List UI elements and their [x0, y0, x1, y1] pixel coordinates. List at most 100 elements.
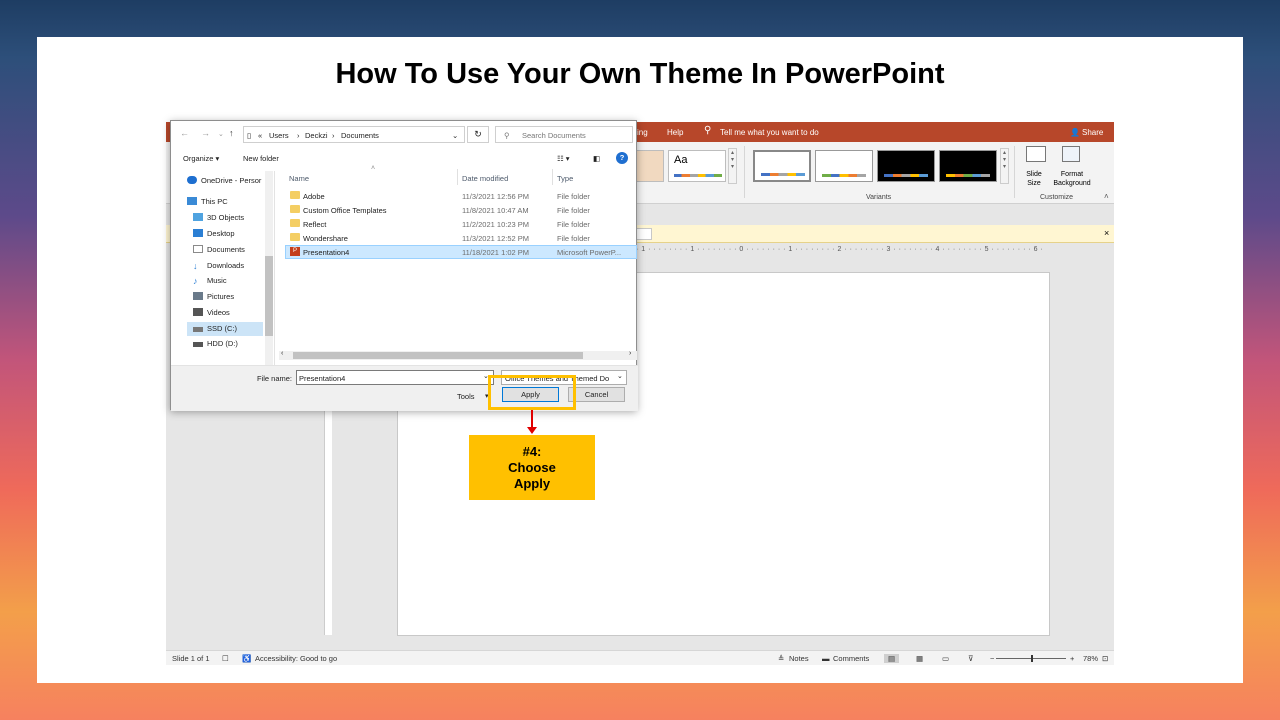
notes-button[interactable]: Notes [789, 654, 809, 663]
zoom-slider[interactable] [996, 655, 1066, 662]
file-name: Custom Office Templates [303, 206, 387, 215]
variant-thumbnail[interactable] [877, 150, 935, 182]
sidebar-item-this-pc[interactable]: This PC [187, 197, 275, 211]
slideshow-icon[interactable]: ⊽ [968, 654, 974, 663]
document-icon [193, 245, 203, 253]
tab-help[interactable]: Help [667, 128, 683, 137]
column-header-name[interactable]: Name [289, 174, 309, 183]
theme-sample-text: Aa [674, 154, 688, 166]
sidebar-item-label: Documents [207, 245, 245, 254]
folder-icon [290, 219, 300, 227]
themes-gallery-scroll[interactable]: ▴ ▾ ▾ [728, 148, 737, 184]
breadcrumb-documents[interactable]: Documents [341, 131, 379, 140]
file-date: 11/2/2021 10:23 PM [462, 220, 529, 229]
address-bar[interactable]: ▯ « Users › Deckzi › Documents ⌄ [243, 126, 465, 143]
view-options-icon[interactable]: ☷ ▾ [557, 154, 570, 163]
desktop-icon [193, 229, 203, 237]
search-placeholder: Search Documents [522, 131, 586, 140]
tell-me-box[interactable]: Tell me what you want to do [720, 128, 819, 137]
zoom-in-icon[interactable]: + [1070, 654, 1074, 663]
status-bar: Slide 1 of 1 ☐ ♿ Accessibility: Good to … [166, 650, 1114, 665]
refresh-icon[interactable]: ↻ [467, 126, 489, 143]
back-icon[interactable]: ← [180, 128, 189, 138]
scroll-right-icon[interactable]: › [629, 350, 631, 357]
slide-size-icon [1026, 146, 1046, 162]
variants-gallery-scroll[interactable]: ▴ ▾ ▾ [1000, 148, 1009, 184]
variants-group-label: Variants [866, 194, 892, 201]
variant-thumbnail[interactable] [939, 150, 997, 182]
file-name-input[interactable]: Presentation4 [296, 370, 494, 385]
variant-thumbnail[interactable] [815, 150, 873, 182]
folder-icon [290, 205, 300, 213]
accessibility-status[interactable]: Accessibility: Good to go [255, 654, 337, 663]
format-background-button[interactable]: Format Background [1052, 170, 1092, 188]
up-folder-icon[interactable]: ↑ [229, 128, 234, 138]
spellcheck-icon[interactable]: ☐ [222, 654, 229, 663]
callout-arrow-head [527, 427, 537, 434]
normal-view-icon[interactable]: ▤ [884, 654, 900, 663]
sidebar-item-onedrive[interactable]: OneDrive - Persor [187, 176, 275, 190]
scrollbar-thumb[interactable] [293, 352, 583, 359]
lightbulb-icon: ⚲ [704, 125, 712, 136]
comments-button[interactable]: Comments [833, 654, 869, 663]
file-date: 11/18/2021 1:02 PM [462, 248, 529, 257]
sort-arrow-icon: ˄ [371, 165, 376, 172]
dialog-toolbar: Organize ▾ New folder ☷ ▾ ◧ ? [171, 151, 638, 167]
folder-icon [290, 191, 300, 199]
preview-pane-icon[interactable]: ◧ [593, 154, 600, 163]
sidebar-item-label: Desktop [207, 229, 235, 238]
column-header-date[interactable]: Date modified [462, 174, 508, 183]
file-type: File folder [557, 206, 590, 215]
share-button[interactable]: Share [1082, 128, 1103, 137]
search-icon: ⚲ [504, 131, 510, 140]
variant-thumbnail[interactable] [753, 150, 811, 182]
file-type: File folder [557, 192, 590, 201]
cube-icon [193, 213, 203, 221]
ribbon-divider [1014, 146, 1015, 198]
recent-locations-icon[interactable]: ⌄ [218, 130, 224, 138]
slide-size-button[interactable]: Slide Size [1022, 170, 1046, 188]
accessibility-icon: ♿ [242, 654, 252, 663]
zoom-slider-knob[interactable] [1031, 655, 1033, 662]
forward-icon[interactable]: → [201, 128, 210, 138]
file-list-scrollbar[interactable]: ‹ › [279, 350, 637, 360]
breadcrumb-users[interactable]: Users [269, 131, 289, 140]
file-row-presentation4[interactable]: P Presentation4 11/18/2021 1:02 PM Micro… [285, 245, 637, 259]
file-row-wondershare[interactable]: Wondershare 11/3/2021 12:52 PM File fold… [285, 232, 637, 245]
sidebar-item-ssd[interactable]: SSD (C:) [187, 322, 263, 336]
help-icon[interactable]: ? [616, 152, 628, 164]
file-row-adobe[interactable]: Adobe 11/3/2021 12:56 PM File folder [285, 190, 637, 203]
browse-themes-dialog: ← → ⌄ ↑ ▯ « Users › Deckzi › Documents ⌄… [170, 120, 638, 411]
file-row-reflect[interactable]: Reflect 11/2/2021 10:23 PM File folder [285, 218, 637, 231]
breadcrumb: « [258, 131, 263, 140]
fit-slide-icon[interactable]: ⊡ [1102, 654, 1108, 663]
chevron-down-icon[interactable]: ⌄ [452, 131, 458, 140]
search-input[interactable]: ⚲ Search Documents [495, 126, 633, 143]
breadcrumb-deckzi[interactable]: Deckzi [305, 131, 328, 140]
slide-counter: Slide 1 of 1 [172, 654, 210, 663]
zoom-level[interactable]: 78% [1083, 654, 1098, 663]
breadcrumb-separator: › [332, 131, 335, 140]
tools-menu[interactable]: Tools [457, 392, 475, 401]
chevron-down-icon[interactable]: ⌄ [617, 372, 623, 380]
collapse-ribbon-icon[interactable]: ˄ [1104, 192, 1109, 201]
theme-thumbnail[interactable] [636, 150, 664, 182]
new-folder-button[interactable]: New folder [243, 154, 279, 163]
cancel-button[interactable]: Cancel [568, 387, 625, 402]
navigation-scrollbar[interactable] [265, 171, 273, 365]
theme-thumbnail[interactable]: Aa [668, 150, 726, 182]
zoom-out-icon[interactable]: − [990, 654, 994, 663]
folder-icon [290, 233, 300, 241]
organize-button[interactable]: Organize ▾ [183, 154, 219, 163]
tab-design-partial[interactable]: ing [637, 128, 648, 137]
scrollbar-thumb[interactable] [265, 256, 273, 336]
scroll-left-icon[interactable]: ‹ [281, 350, 283, 357]
sidebar-item-label: This PC [201, 197, 228, 206]
slide-sorter-icon[interactable]: ▦ [916, 654, 923, 663]
close-icon[interactable]: × [1104, 228, 1109, 238]
reading-view-icon[interactable]: ▭ [942, 654, 949, 663]
column-header-type[interactable]: Type [557, 174, 573, 183]
sidebar-item-label: SSD (C:) [207, 324, 237, 333]
file-row-custom-office-templates[interactable]: Custom Office Templates 11/8/2021 10:47 … [285, 204, 637, 217]
sidebar-item-label: 3D Objects [207, 213, 245, 222]
